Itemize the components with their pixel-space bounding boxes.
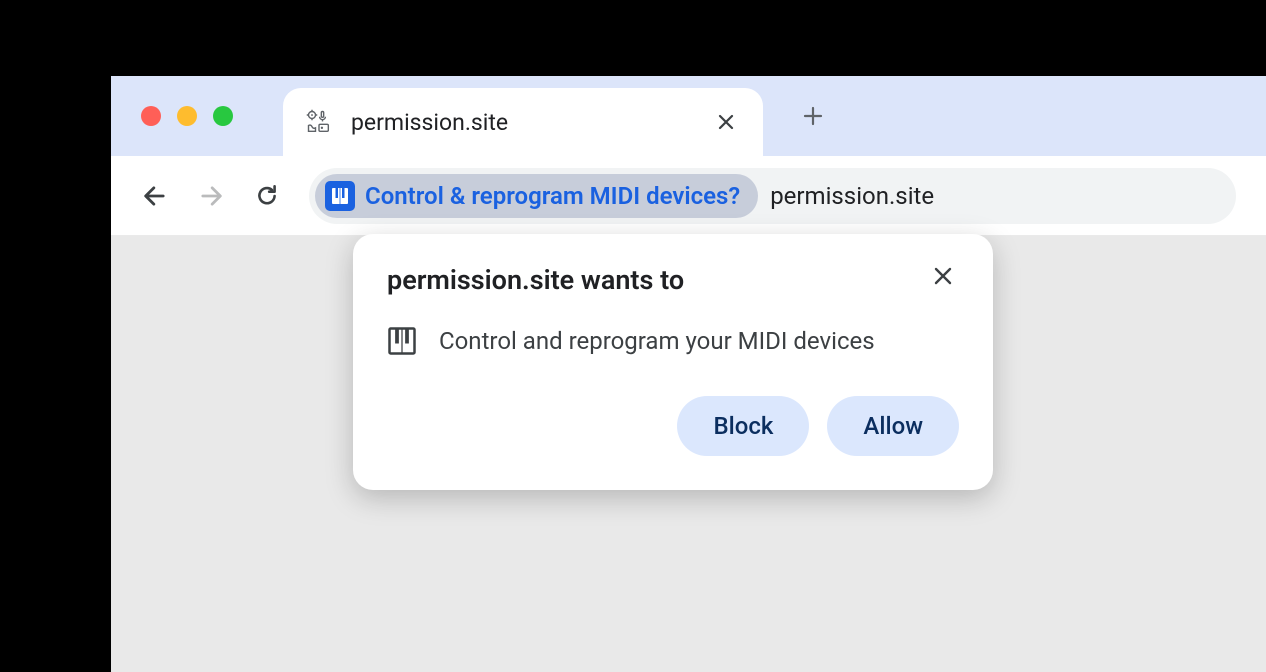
permission-chip[interactable]: Control & reprogram MIDI devices?	[315, 174, 758, 218]
toolbar: Control & reprogram MIDI devices? permis…	[111, 156, 1266, 236]
maximize-window-button[interactable]	[213, 106, 233, 126]
minimize-window-button[interactable]	[177, 106, 197, 126]
browser-tab[interactable]: permission.site	[283, 88, 763, 156]
tab-favicon-icon	[305, 108, 333, 136]
block-button[interactable]: Block	[677, 396, 809, 456]
dialog-actions: Block Allow	[387, 396, 959, 456]
arrow-left-icon	[141, 182, 169, 210]
permission-description: Control and reprogram your MIDI devices	[439, 327, 875, 355]
close-window-button[interactable]	[141, 106, 161, 126]
tab-close-button[interactable]	[711, 109, 741, 135]
dialog-body: Control and reprogram your MIDI devices	[387, 326, 959, 356]
midi-icon	[325, 181, 355, 211]
dialog-header: permission.site wants to	[387, 264, 959, 296]
dialog-close-button[interactable]	[927, 264, 959, 288]
allow-button[interactable]: Allow	[827, 396, 959, 456]
back-button[interactable]	[141, 182, 169, 210]
address-bar[interactable]: Control & reprogram MIDI devices? permis…	[309, 168, 1236, 224]
permission-chip-label: Control & reprogram MIDI devices?	[365, 182, 740, 210]
arrow-right-icon	[197, 182, 225, 210]
plus-icon	[803, 106, 823, 126]
close-icon	[717, 113, 735, 131]
url-text: permission.site	[770, 182, 934, 210]
midi-icon	[387, 326, 417, 356]
window-controls	[141, 106, 233, 126]
tab-title: permission.site	[351, 109, 693, 136]
permission-dialog: permission.site wants to Control and rep…	[353, 234, 993, 490]
reload-button[interactable]	[253, 182, 281, 210]
dialog-title: permission.site wants to	[387, 264, 684, 296]
new-tab-button[interactable]	[799, 102, 827, 130]
reload-icon	[254, 183, 280, 209]
close-icon	[933, 266, 953, 286]
forward-button[interactable]	[197, 182, 225, 210]
tab-strip: permission.site	[111, 76, 1266, 156]
